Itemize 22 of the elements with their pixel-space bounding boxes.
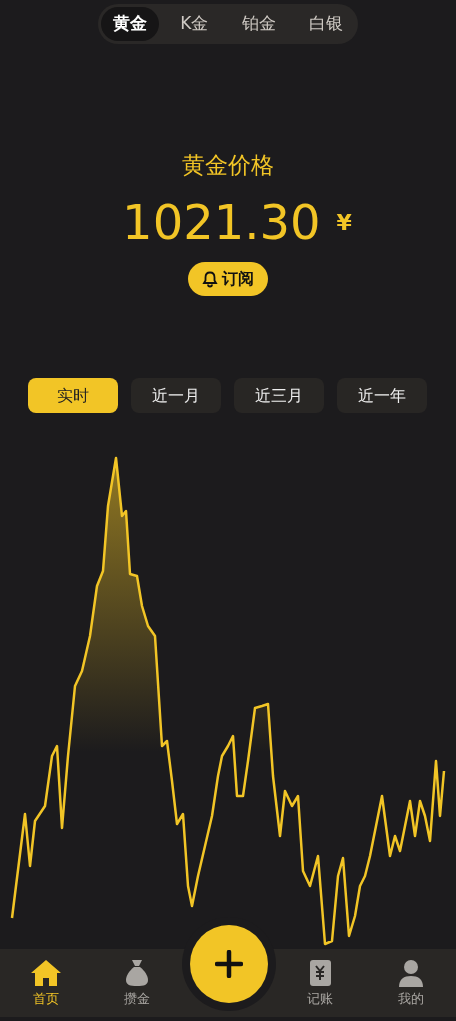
ledger-icon	[307, 959, 332, 987]
price-title: 黄金价格	[181, 150, 275, 180]
time-range-tab[interactable]: 实时	[28, 378, 118, 413]
money-bag-icon	[124, 959, 149, 987]
nav-tab[interactable]: 攒金	[91, 949, 182, 1017]
plus-icon	[215, 950, 243, 978]
metal-tab[interactable]: K金	[168, 7, 221, 41]
user-icon	[397, 959, 424, 987]
bell-icon	[202, 270, 218, 288]
metal-tab[interactable]: 铂金	[229, 7, 288, 41]
currency-symbol: ¥	[336, 208, 352, 237]
subscribe-button[interactable]: 订阅	[188, 262, 268, 296]
metal-tab[interactable]: 白银	[297, 7, 355, 41]
home-icon	[29, 959, 62, 987]
metal-tab[interactable]: 黄金	[101, 7, 159, 41]
nav-tab[interactable]: 记账	[274, 949, 365, 1017]
time-range-tab[interactable]: 近三月	[234, 378, 324, 413]
price-value: 1021.30	[122, 198, 321, 246]
nav-tab[interactable]: 首页	[0, 949, 91, 1017]
time-range-tab[interactable]: 近一年	[337, 378, 427, 413]
time-range-tab[interactable]: 近一月	[131, 378, 221, 413]
nav-tab[interactable]: 我的	[365, 949, 456, 1017]
